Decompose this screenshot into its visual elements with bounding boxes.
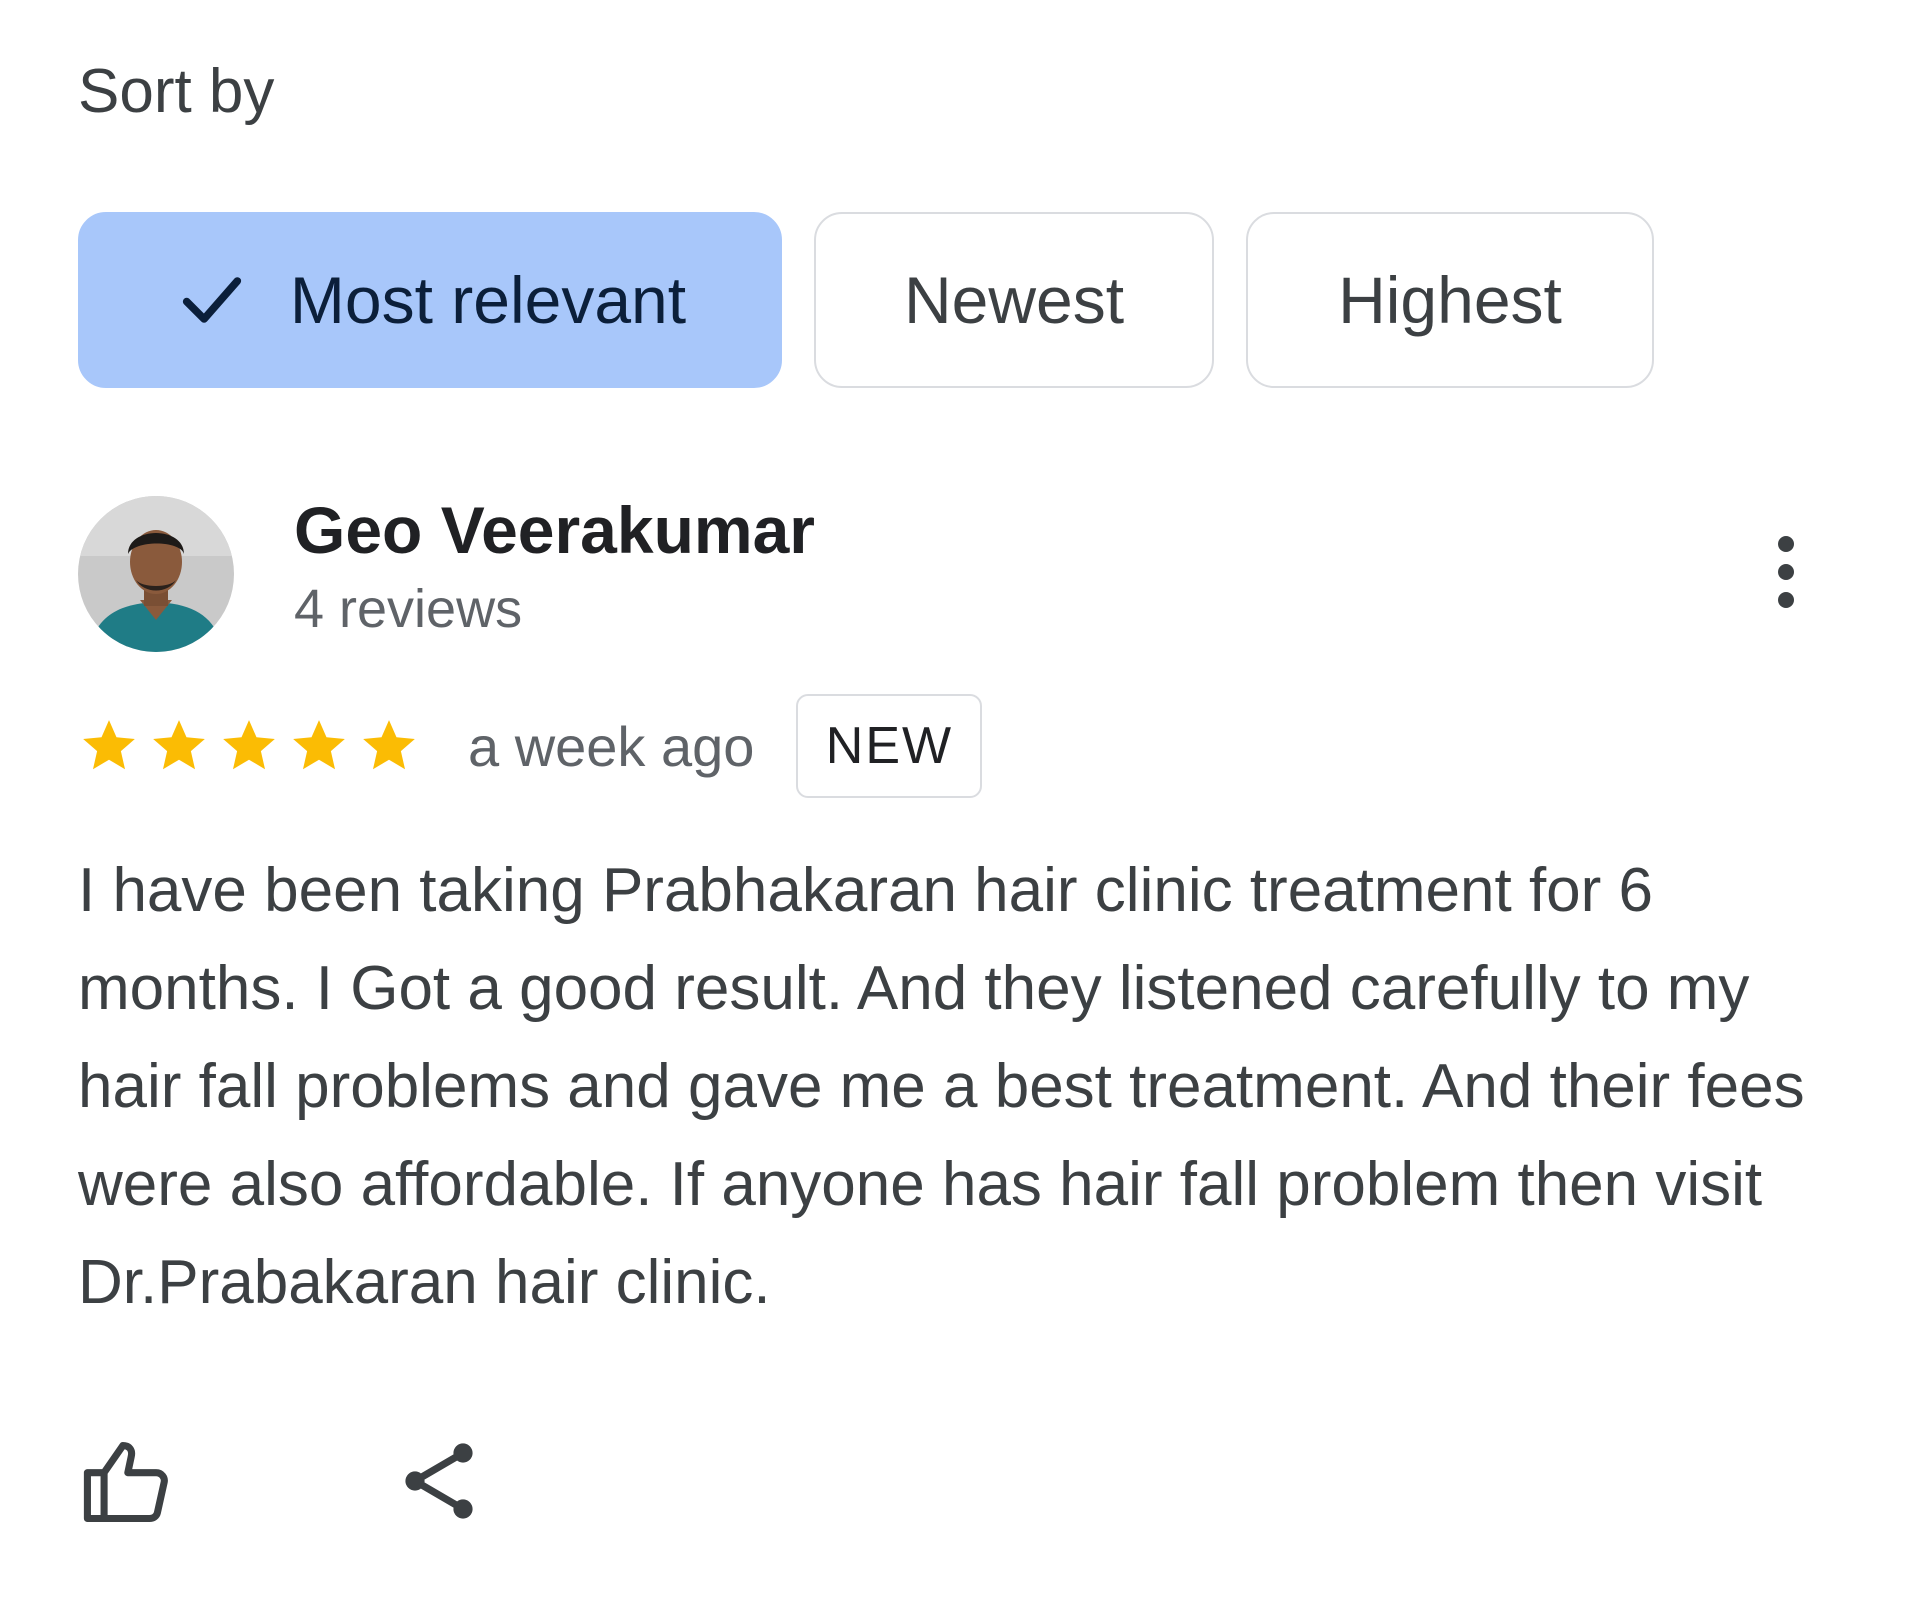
- star-icon: [363, 720, 415, 770]
- star-icon: [223, 720, 275, 770]
- rating-row: a week ago NEW: [78, 694, 983, 798]
- more-vert-icon: [1778, 536, 1794, 608]
- star-icon: [293, 720, 345, 770]
- sort-newest-chip[interactable]: Newest: [814, 212, 1214, 388]
- sort-most-relevant-chip[interactable]: Most relevant: [78, 212, 782, 388]
- more-options-button[interactable]: [1738, 512, 1834, 632]
- star-icon: [83, 720, 135, 770]
- sort-by-label: Sort by: [78, 57, 275, 126]
- like-button[interactable]: [72, 1426, 182, 1536]
- thumb-up-icon: [83, 1442, 168, 1523]
- share-button[interactable]: [384, 1426, 494, 1536]
- star-icon: [153, 720, 205, 770]
- reviewer-review-count: 4 reviews: [294, 579, 523, 639]
- sort-chips: Most relevant Newest Highest: [78, 212, 1654, 388]
- sort-newest-label: Newest: [903, 263, 1125, 337]
- check-icon: [182, 277, 242, 323]
- reviewer-name[interactable]: Geo Veerakumar: [294, 490, 815, 570]
- sort-most-relevant-label: Most relevant: [289, 263, 687, 337]
- new-badge: NEW: [796, 694, 983, 798]
- review-time: a week ago: [468, 714, 755, 778]
- star-rating: [78, 715, 420, 777]
- avatar[interactable]: [78, 496, 234, 652]
- review-text: I have been taking Prabhakaran hair clin…: [78, 856, 1805, 1317]
- share-icon: [405, 1443, 473, 1519]
- sort-highest-chip[interactable]: Highest: [1246, 212, 1654, 388]
- sort-highest-label: Highest: [1338, 263, 1562, 337]
- avatar-image: [78, 496, 234, 652]
